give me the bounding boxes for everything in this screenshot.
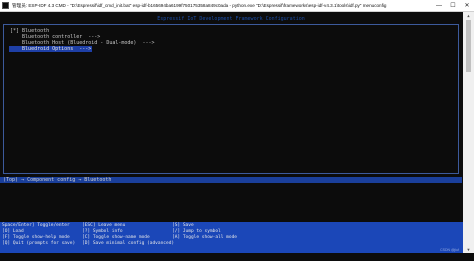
config-header: Espressif IoT Development Framework Conf… [157, 16, 305, 22]
window-controls: — ☐ ✕ [432, 0, 474, 11]
help-row: [Q] Quit (prompts for save) [D] Save min… [2, 241, 174, 246]
window-titlebar: 管理员: ESP-IDF 4.3 CMD - "D:\Espressif\idf… [0, 0, 474, 12]
vertical-scrollbar[interactable]: ▲ ▼ [463, 12, 474, 253]
help-row: [F] Toggle show-help mode [C] Toggle sho… [2, 235, 237, 240]
key-help-panel: Space/Enter] Toggle/enter [ESC] Leave me… [0, 222, 463, 253]
help-row: [O] Load [?] Symbol info [/] Jump to sym… [2, 229, 221, 234]
terminal-area[interactable]: Espressif IoT Development Framework Conf… [0, 12, 462, 222]
watermark: CSDN @jiuf [440, 248, 459, 252]
maximize-button[interactable]: ☐ [446, 0, 460, 11]
help-show-all-mode: [A] Toggle show-all mode [172, 235, 238, 240]
menu-item-bluedroid-options[interactable]: Bluedroid Options ---> [9, 46, 93, 52]
help-row: Space/Enter] Toggle/enter [ESC] Leave me… [2, 223, 194, 228]
scroll-thumb[interactable] [466, 20, 471, 72]
close-button[interactable]: ✕ [460, 0, 474, 11]
help-jump-to-symbol: [/] Jump to symbol [172, 229, 221, 234]
help-show-name-mode: [C] Toggle show-name mode [82, 235, 150, 240]
help-leave-menu: [ESC] Leave menu [82, 223, 126, 228]
menu-box: [*] Bluetooth Bluetooth controller ---> … [3, 24, 459, 174]
help-save-minimal: [D] Save minimal config (advanced) [82, 241, 175, 246]
breadcrumb-bar: (Top) → Component config → Bluetooth [0, 177, 462, 183]
scroll-down-icon[interactable]: ▼ [463, 246, 474, 253]
minimize-button[interactable]: — [432, 0, 446, 11]
help-symbol-info: [?] Symbol info [82, 229, 123, 234]
scroll-up-icon[interactable]: ▲ [463, 12, 474, 19]
help-load: [O] Load [2, 229, 24, 234]
terminal-app-icon [2, 2, 9, 9]
help-toggle-enter: Space/Enter] Toggle/enter [2, 223, 70, 228]
help-quit: [Q] Quit (prompts for save) [2, 241, 76, 246]
help-show-help-mode: [F] Toggle show-help mode [2, 235, 70, 240]
window-title: 管理员: ESP-IDF 4.3 CMD - "D:\Espressif\idf… [12, 2, 387, 8]
breadcrumb: (Top) → Component config → Bluetooth [3, 177, 112, 183]
help-save: [S] Save [172, 223, 194, 228]
